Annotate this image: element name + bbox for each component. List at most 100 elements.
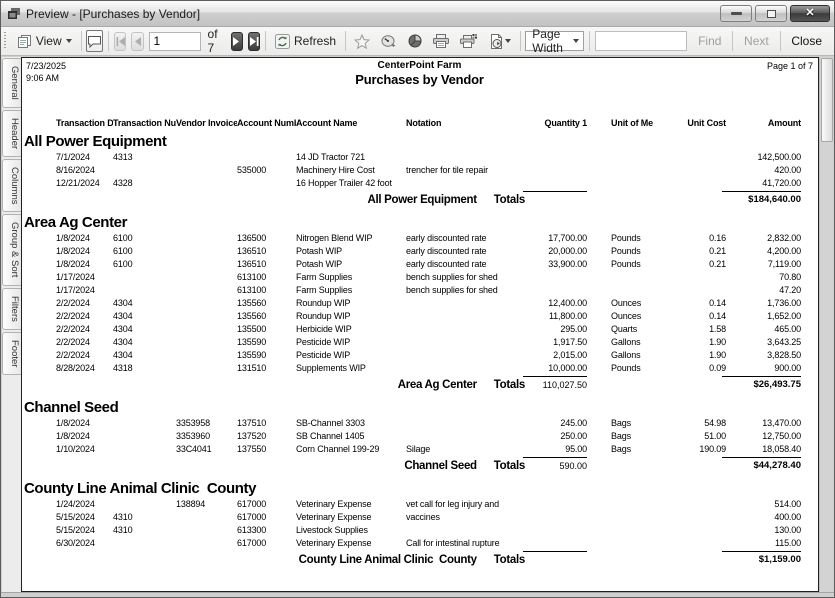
cell-transaction-number xyxy=(113,271,176,284)
tab-filters[interactable]: Filters xyxy=(2,288,22,330)
cell-unit-cost xyxy=(653,164,726,177)
cell-unit-of-measure xyxy=(597,511,653,524)
spacer xyxy=(22,177,56,190)
minimize-icon xyxy=(731,12,742,15)
cell-unit-of-measure xyxy=(597,177,653,190)
close-window-button[interactable]: ✕ xyxy=(790,5,830,22)
spacer xyxy=(587,271,597,284)
print-setup-button[interactable] xyxy=(457,32,480,50)
cell-account-name: Farm Supplies xyxy=(296,284,402,297)
cell-notation: Silage xyxy=(402,443,535,456)
report-body: All Power Equipment7/1/2024431314 JD Tra… xyxy=(22,133,818,567)
tab-header[interactable]: Header xyxy=(2,110,22,157)
cell-unit-cost: 1.90 xyxy=(653,349,726,362)
cell-vendor-invoice xyxy=(176,151,237,164)
cell-account-number: 613100 xyxy=(237,284,296,297)
cell-unit-cost xyxy=(653,271,726,284)
cell-transaction-date: 2/2/2024 xyxy=(56,336,113,349)
group-totals-row: County Line Animal Clinic CountyTotals$1… xyxy=(22,551,818,567)
spacer xyxy=(22,297,56,310)
col-quantity: Quantity 1 xyxy=(535,118,587,128)
cell-quantity: 10,000.00 xyxy=(535,362,587,375)
cell-transaction-date: 1/17/2024 xyxy=(56,284,113,297)
cell-account-number: 136510 xyxy=(237,245,296,258)
table-row: 2/2/20244304135500Herbicide WIP295.00Qua… xyxy=(22,323,818,336)
favorites-button[interactable] xyxy=(351,32,373,51)
cell-amount: 130.00 xyxy=(726,524,801,537)
cell-quantity: 1,917.50 xyxy=(535,336,587,349)
cell-quantity: 11,800.00 xyxy=(535,310,587,323)
group-total-amount: $44,278.40 xyxy=(722,457,801,473)
find-input[interactable] xyxy=(595,31,687,51)
find-next-button[interactable]: Next xyxy=(738,32,775,50)
group-totals-label: All Power EquipmentTotals xyxy=(56,191,535,207)
cell-unit-of-measure xyxy=(597,524,653,537)
tab-footer[interactable]: Footer xyxy=(2,332,22,375)
spacer xyxy=(22,430,56,443)
cell-account-number: 137550 xyxy=(237,443,296,456)
restore-button[interactable] xyxy=(755,5,787,22)
cell-quantity xyxy=(535,498,587,511)
report-time: 9:06 AM xyxy=(26,72,355,84)
cell-account-number: 617000 xyxy=(237,511,296,524)
cell-transaction-date: 8/28/2024 xyxy=(56,362,113,375)
vertical-scrollbar[interactable] xyxy=(819,57,833,592)
group-total-quantity xyxy=(523,191,587,207)
last-page-icon xyxy=(250,37,259,46)
gauge-button[interactable] xyxy=(378,33,400,50)
cell-transaction-date: 6/30/2024 xyxy=(56,537,113,550)
spacer xyxy=(587,498,597,511)
previous-page-button[interactable] xyxy=(131,32,143,51)
group-heading: All Power Equipment xyxy=(22,133,818,151)
spacer xyxy=(22,310,56,323)
spacer xyxy=(22,151,56,164)
cell-transaction-date: 1/8/2024 xyxy=(56,232,113,245)
table-row: 2/2/20244304135560Roundup WIP11,800.00Ou… xyxy=(22,310,818,323)
group-totals-word: Totals xyxy=(494,553,525,567)
tab-columns[interactable]: Columns xyxy=(2,159,22,213)
next-page-button[interactable] xyxy=(231,32,243,51)
cell-transaction-date: 1/8/2024 xyxy=(56,245,113,258)
group-totals-name: County Line Animal Clinic County xyxy=(299,553,477,567)
scrollbar-thumb[interactable] xyxy=(821,58,833,142)
close-preview-button[interactable]: Close xyxy=(785,32,828,50)
first-page-button[interactable] xyxy=(114,32,126,51)
spacer xyxy=(22,258,56,271)
spacer xyxy=(587,537,597,550)
group-totals-name: All Power Equipment xyxy=(367,193,476,207)
col-vendor-invoice: Vendor Invoice # xyxy=(176,118,237,128)
separator xyxy=(520,31,521,51)
toolbar-grip[interactable] xyxy=(4,32,6,50)
minimize-button[interactable] xyxy=(720,5,752,22)
comment-button[interactable] xyxy=(86,30,103,52)
spacer xyxy=(22,336,56,349)
spacer xyxy=(22,164,56,177)
zoom-level-dropdown[interactable]: Page Width xyxy=(525,31,584,51)
group-heading: Area Ag Center xyxy=(22,214,818,232)
cell-transaction-date: 7/1/2024 xyxy=(56,151,113,164)
print-button[interactable] xyxy=(430,32,452,50)
cell-notation xyxy=(402,349,535,362)
export-button[interactable] xyxy=(485,32,515,51)
group-total-amount: $26,493.75 xyxy=(722,376,801,392)
pie-chart-button[interactable] xyxy=(405,32,425,50)
cell-quantity: 12,400.00 xyxy=(535,297,587,310)
tab-group-and-sort[interactable]: Group & Sort xyxy=(2,214,22,285)
refresh-button[interactable]: Refresh xyxy=(271,32,340,51)
cell-unit-of-measure xyxy=(597,151,653,164)
last-page-button[interactable] xyxy=(248,32,260,51)
cell-quantity: 250.00 xyxy=(535,430,587,443)
spacer xyxy=(587,511,597,524)
find-button[interactable]: Find xyxy=(692,32,727,50)
page-number-input[interactable] xyxy=(149,32,201,51)
spacer xyxy=(587,258,597,271)
table-row: 6/30/2024617000Veterinary ExpenseCall fo… xyxy=(22,537,818,550)
cell-vendor-invoice xyxy=(176,271,237,284)
first-page-icon xyxy=(116,37,125,46)
cell-notation: early discounted rate xyxy=(402,232,535,245)
cell-unit-of-measure: Pounds xyxy=(597,258,653,271)
group-totals-name: Channel Seed xyxy=(404,459,476,473)
star-icon xyxy=(354,34,370,49)
tab-general[interactable]: General xyxy=(2,58,22,108)
view-button[interactable]: View xyxy=(13,32,76,50)
